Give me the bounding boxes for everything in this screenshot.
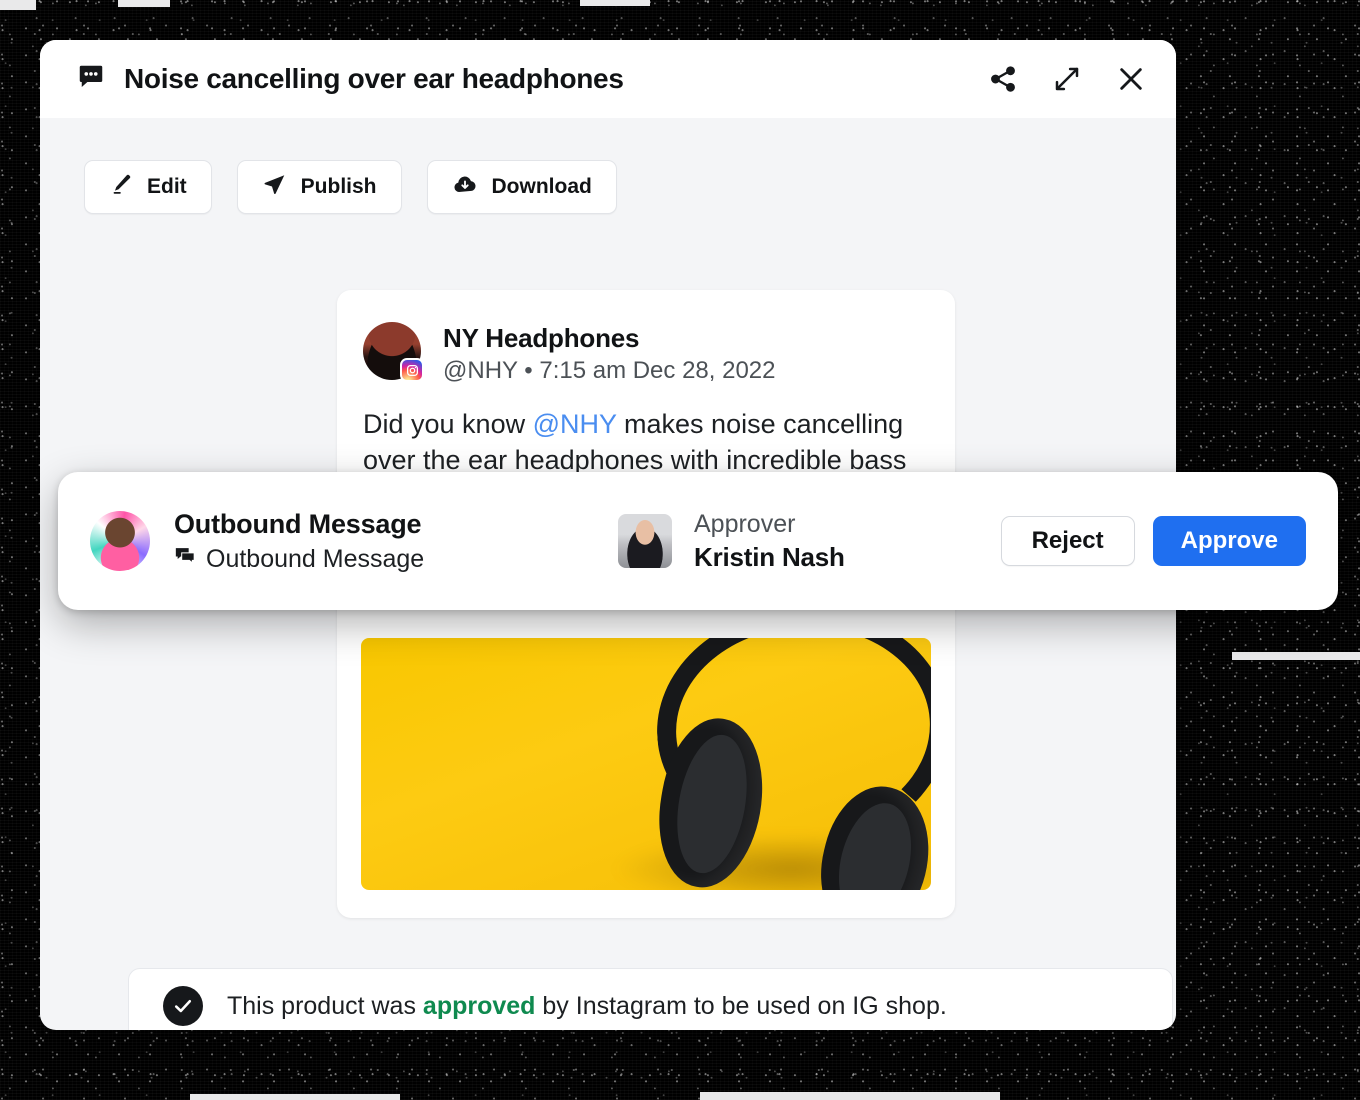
status-banner: This product was approved by Instagram t… — [128, 968, 1173, 1030]
status-text-after: by Instagram to be used on IG shop. — [535, 991, 947, 1020]
outbound-message-block: Outbound Message Outbound Message — [58, 509, 618, 574]
approver-avatar — [618, 514, 672, 568]
paper-plane-icon — [262, 172, 287, 203]
cloud-download-icon — [452, 171, 478, 203]
edit-button-label: Edit — [147, 175, 187, 198]
action-toolbar: Edit Publish Download — [40, 118, 1176, 214]
post-header: NY Headphones @NHY • 7:15 am Dec 28, 202… — [337, 290, 955, 385]
share-icon[interactable] — [986, 62, 1020, 96]
page-title: Noise cancelling over ear headphones — [124, 63, 624, 94]
approval-overlay-bar: Outbound Message Outbound Message Approv… — [58, 472, 1338, 610]
reject-button[interactable]: Reject — [1000, 516, 1135, 566]
expand-icon[interactable] — [1050, 62, 1084, 96]
edit-button[interactable]: Edit — [84, 160, 212, 214]
outbound-title: Outbound Message — [174, 508, 422, 539]
publish-button[interactable]: Publish — [236, 160, 402, 214]
status-highlight: approved — [422, 991, 536, 1020]
check-circle-icon — [163, 986, 203, 1026]
chat-bubble-icon — [76, 62, 106, 97]
pencil-icon — [109, 172, 133, 202]
approver-name: Kristin Nash — [694, 541, 845, 572]
status-text-before: This product was — [227, 991, 423, 1020]
modal-header: Noise cancelling over ear headphones — [40, 40, 1176, 118]
close-icon[interactable] — [1114, 62, 1148, 96]
approve-button[interactable]: Approve — [1152, 516, 1306, 566]
outbound-subtitle-row: Outbound Message — [174, 545, 424, 574]
post-meta: @NHY • 7:15 am Dec 28, 2022 — [443, 357, 776, 384]
outbound-avatar — [90, 511, 150, 571]
status-text: This product was approved by Instagram t… — [227, 992, 947, 1021]
post-mention-link[interactable]: @NHY — [533, 409, 617, 439]
approver-block: Approver Kristin Nash — [618, 510, 1001, 573]
outbound-subtitle: Outbound Message — [206, 544, 425, 573]
post-author-name: NY Headphones — [443, 323, 640, 353]
forum-icon — [174, 545, 196, 574]
publish-button-label: Publish — [300, 175, 377, 198]
instagram-icon — [400, 358, 424, 382]
approval-actions: Reject Approve — [1000, 516, 1338, 566]
post-image — [361, 638, 931, 890]
post-body-before: Did you know — [363, 409, 533, 439]
download-button[interactable]: Download — [426, 160, 617, 214]
approver-label: Approver — [694, 509, 796, 538]
download-button-label: Download — [491, 175, 592, 198]
